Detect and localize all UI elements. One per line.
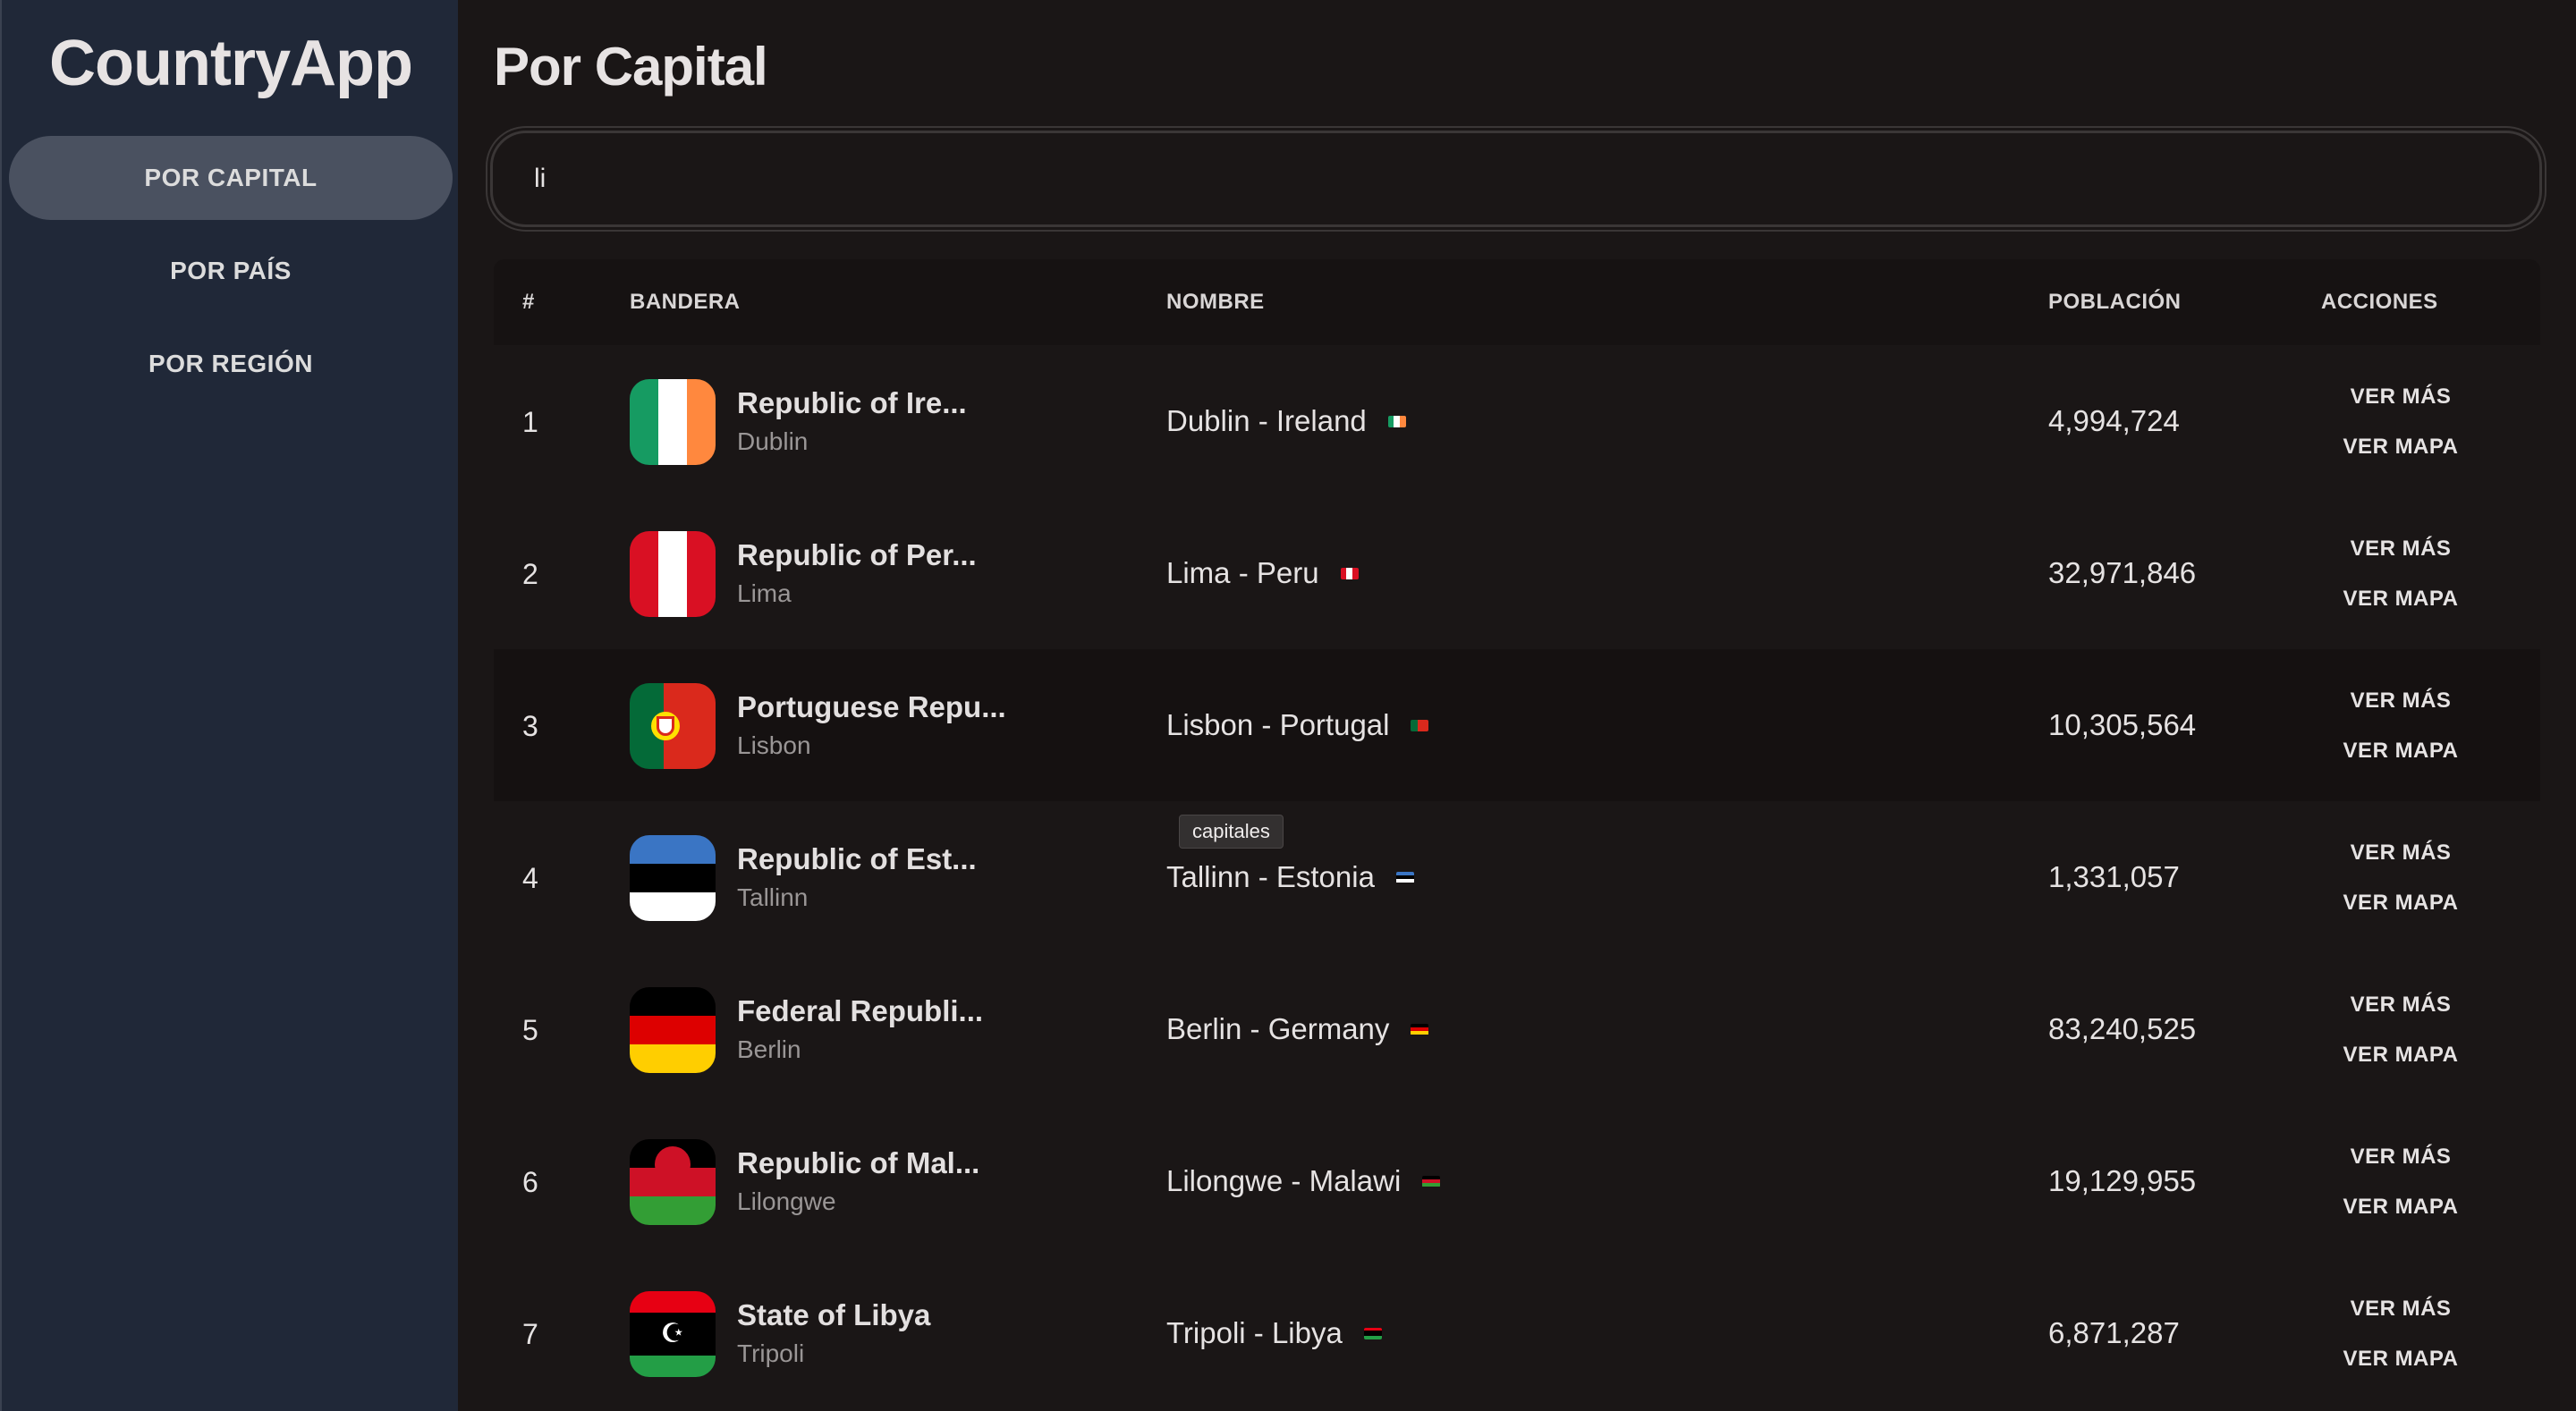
header-name: NOMBRE <box>1166 290 1265 314</box>
ver-mas-button[interactable]: VER MÁS <box>2338 841 2463 866</box>
official-name: State of Libya <box>737 1298 931 1331</box>
population: 32,971,846 <box>2048 556 2197 589</box>
population: 10,305,564 <box>2048 708 2197 741</box>
capital-name: Tripoli <box>737 1339 805 1367</box>
ver-mapa-button[interactable]: VER MAPA <box>2338 1195 2463 1220</box>
header-num: # <box>522 290 535 314</box>
table-row: 2 Republic of Per... Lima Lima - Peru 32… <box>494 497 2540 649</box>
header-actions: ACCIONES <box>2321 290 2438 314</box>
capital-country: Tallinn - Estonia <box>1166 860 1414 894</box>
header-population: POBLACIÓN <box>2048 290 2182 314</box>
flag-germany-icon <box>630 987 716 1073</box>
capital-name: Dublin <box>737 427 809 455</box>
ver-mas-button[interactable]: VER MÁS <box>2338 993 2463 1018</box>
capital-name: Berlin <box>737 1035 801 1063</box>
population: 19,129,955 <box>2048 1164 2197 1197</box>
population: 83,240,525 <box>2048 1012 2197 1045</box>
row-number: 6 <box>522 1166 538 1198</box>
ver-mapa-button[interactable]: VER MAPA <box>2338 739 2463 764</box>
table-row: 4 Republic of Est... Tallinn Tallinn - E… <box>494 801 2540 953</box>
capital-country: Dublin - Ireland <box>1166 404 1406 438</box>
mini-flag-libya-icon <box>1363 1327 1382 1339</box>
capital-country-label: Lisbon - Portugal <box>1166 708 1390 741</box>
mini-flag-portugal-icon <box>1411 719 1429 731</box>
population: 6,871,287 <box>2048 1316 2180 1349</box>
official-name: Republic of Est... <box>737 842 977 875</box>
capital-country-label: Berlin - Germany <box>1166 1012 1390 1045</box>
ver-mapa-button[interactable]: VER MAPA <box>2338 587 2463 612</box>
flag-peru-icon <box>630 531 716 617</box>
capital-country-label: Lima - Peru <box>1166 556 1319 589</box>
search-box[interactable] <box>490 131 2542 227</box>
capital-name: Lima <box>737 579 792 607</box>
ver-mas-button[interactable]: VER MÁS <box>2338 537 2463 562</box>
capital-country: Lisbon - Portugal <box>1166 708 1429 742</box>
official-name: Republic of Mal... <box>737 1146 980 1179</box>
header-flag: BANDERA <box>630 290 741 314</box>
official-name: Republic of Ire... <box>737 386 967 419</box>
official-name: Portuguese Repu... <box>737 690 1006 723</box>
capital-name: Lilongwe <box>737 1187 836 1215</box>
mini-flag-malawi-icon <box>1422 1175 1441 1187</box>
sidebar-item-por-pais[interactable]: POR PAÍS <box>9 229 453 313</box>
capital-country-label: Tripoli - Libya <box>1166 1316 1343 1349</box>
flag-portugal-icon <box>630 683 716 769</box>
capital-country-label: Tallinn - Estonia <box>1166 860 1375 893</box>
row-number: 7 <box>522 1318 538 1350</box>
sidebar-item-por-region[interactable]: POR REGIÓN <box>9 322 453 406</box>
capital-name: Tallinn <box>737 883 809 911</box>
mini-flag-ireland-icon <box>1387 415 1406 427</box>
capital-country-label: Dublin - Ireland <box>1166 404 1367 437</box>
row-number: 2 <box>522 558 538 590</box>
population: 1,331,057 <box>2048 860 2180 893</box>
row-number: 5 <box>522 1014 538 1046</box>
flag-libya-icon: ☪ <box>630 1291 716 1377</box>
capital-country-label: Lilongwe - Malawi <box>1166 1164 1402 1197</box>
table-row: 7 ☪ State of Libya Tripoli Tripoli - Lib… <box>494 1257 2540 1409</box>
table-row: 5 Federal Republi... Berlin Berlin - Ger… <box>494 953 2540 1105</box>
mini-flag-estonia-icon <box>1395 871 1414 883</box>
tooltip: capitales <box>1179 815 1284 849</box>
table-row: 3 Portuguese Repu... Lisbon Lisbon - Por… <box>494 649 2540 801</box>
mini-flag-peru-icon <box>1340 567 1359 579</box>
ver-mas-button[interactable]: VER MÁS <box>2338 1145 2463 1170</box>
row-number: 1 <box>522 406 538 438</box>
table-header: # BANDERA NOMBRE POBLACIÓN ACCIONES <box>494 259 2540 345</box>
row-number: 4 <box>522 862 538 894</box>
app-logo: CountryApp <box>49 28 413 99</box>
flag-malawi-icon <box>630 1139 716 1225</box>
ver-mapa-button[interactable]: VER MAPA <box>2338 1347 2463 1372</box>
ver-mapa-button[interactable]: VER MAPA <box>2338 891 2463 916</box>
search-input[interactable] <box>534 164 2539 194</box>
sidebar: CountryApp POR CAPITAL POR PAÍS POR REGI… <box>0 0 458 1411</box>
mini-flag-germany-icon <box>1411 1023 1429 1035</box>
countries-table: # BANDERA NOMBRE POBLACIÓN ACCIONES 1 Re… <box>494 259 2540 1409</box>
row-number: 3 <box>522 710 538 742</box>
main-content: Por Capital # BANDERA NOMBRE POBLACIÓN A… <box>458 0 2576 1411</box>
ver-mapa-button[interactable]: VER MAPA <box>2338 1043 2463 1068</box>
page-title: Por Capital <box>494 37 768 97</box>
table-row: 1 Republic of Ire... Dublin Dublin - Ire… <box>494 345 2540 497</box>
ver-mapa-button[interactable]: VER MAPA <box>2338 435 2463 460</box>
population: 4,994,724 <box>2048 404 2180 437</box>
official-name: Federal Republi... <box>737 994 984 1027</box>
ver-mas-button[interactable]: VER MÁS <box>2338 689 2463 714</box>
official-name: Republic of Per... <box>737 538 977 571</box>
capital-name: Lisbon <box>737 731 811 759</box>
table-row: 6 Republic of Mal... Lilongwe Lilongwe -… <box>494 1105 2540 1257</box>
capital-country: Tripoli - Libya <box>1166 1316 1382 1350</box>
app-root: CountryApp POR CAPITAL POR PAÍS POR REGI… <box>0 0 2576 1411</box>
flag-ireland-icon <box>630 379 716 465</box>
capital-country: Lima - Peru <box>1166 556 1359 590</box>
capital-country: Lilongwe - Malawi <box>1166 1164 1441 1198</box>
ver-mas-button[interactable]: VER MÁS <box>2338 1297 2463 1322</box>
capital-country: Berlin - Germany <box>1166 1012 1429 1046</box>
ver-mas-button[interactable]: VER MÁS <box>2338 384 2463 410</box>
flag-estonia-icon <box>630 835 716 921</box>
sidebar-item-por-capital[interactable]: POR CAPITAL <box>9 136 453 220</box>
